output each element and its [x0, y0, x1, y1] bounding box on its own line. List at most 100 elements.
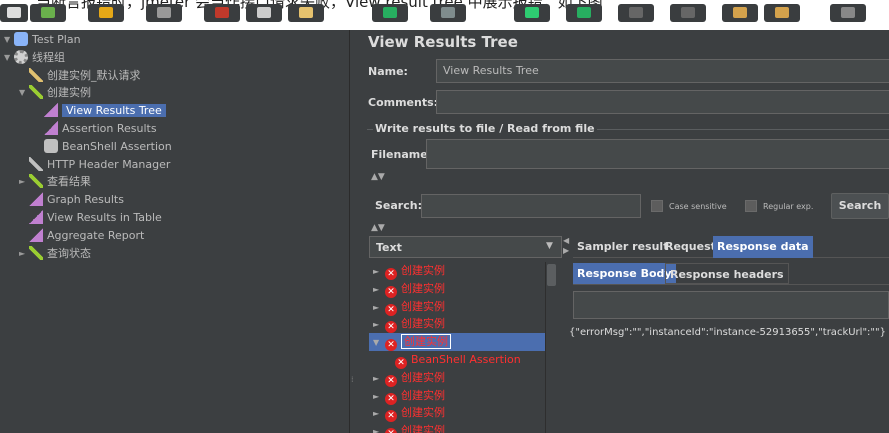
- expand-arrow-icon[interactable]: ►: [373, 281, 385, 299]
- expand-arrow-icon[interactable]: ►: [373, 370, 385, 388]
- result-row[interactable]: ►✕ 创建实例: [369, 422, 545, 433]
- gear-icon: [14, 49, 28, 64]
- paste-button[interactable]: [288, 4, 324, 22]
- result-label: 创建实例: [401, 388, 445, 402]
- filename-field[interactable]: [426, 139, 889, 169]
- result-label: 创建实例: [401, 406, 445, 420]
- templates-button[interactable]: [30, 4, 66, 22]
- splitter-arrows-1[interactable]: ▲▼: [371, 172, 385, 182]
- vertical-splitter-arrows[interactable]: ◀ ▶: [563, 236, 569, 256]
- file-icon: [7, 7, 21, 18]
- test-plan-tree: ▼ Test Plan ▼ 线程组 创建实例_默认请求 ▼ 创建实例 View Results…: [0, 30, 349, 433]
- tree-item[interactable]: 创建实例_默认请求: [19, 67, 141, 85]
- tree-item-label: View Results in Table: [47, 211, 162, 224]
- tree-item-label: Graph Results: [47, 193, 124, 207]
- error-icon: ✕: [385, 392, 397, 405]
- results-list: ► ✕ 创建实例 ► ✕ 创建实例 ► ✕ 创建实例 ► ✕ 创建实例 ▼ ✕ 创建实例 ✕ BeanShell…: [369, 262, 557, 433]
- tree-item[interactable]: HTTP Header Manager: [19, 156, 170, 174]
- case-sensitive-checkbox[interactable]: [651, 200, 663, 212]
- expand-arrow-icon[interactable]: ▼: [4, 31, 14, 49]
- tree-item[interactable]: Aggregate Report: [19, 227, 144, 245]
- comments-field[interactable]: [436, 90, 889, 114]
- tab-response-body[interactable]: Response Body: [573, 263, 676, 284]
- error-icon: ✕: [385, 303, 397, 316]
- cut-button[interactable]: [204, 4, 240, 22]
- search-input[interactable]: [421, 194, 641, 218]
- expand-arrow-icon[interactable]: ▼: [373, 334, 385, 352]
- search-label: Search:: [375, 199, 422, 212]
- plus-icon: [383, 7, 397, 18]
- open-button[interactable]: [88, 4, 124, 22]
- folder-icon: [99, 7, 113, 18]
- controller-icon: [29, 174, 43, 189]
- result-row[interactable]: ►✕ 创建实例: [369, 298, 545, 316]
- tree-item[interactable]: View Results in Table: [19, 209, 162, 227]
- regular-exp-checkbox[interactable]: [745, 200, 757, 212]
- search-toolbar-button[interactable]: [830, 4, 866, 22]
- copy-button[interactable]: [246, 4, 282, 22]
- tree-item[interactable]: Assertion Results: [34, 120, 157, 138]
- tree-item[interactable]: ▼ Test Plan: [4, 31, 81, 49]
- result-label: 创建实例: [401, 317, 445, 331]
- shutdown-icon: [681, 7, 695, 18]
- search-button[interactable]: Search: [831, 193, 889, 219]
- expand-arrow-icon[interactable]: ►: [19, 245, 29, 263]
- response-search-field[interactable]: [573, 291, 889, 319]
- expand-arrow-icon[interactable]: ►: [373, 388, 385, 406]
- result-row[interactable]: ►✕ 创建实例: [369, 387, 545, 405]
- tree-item[interactable]: ▼ 线程组: [4, 49, 65, 67]
- tree-item[interactable]: ► 查询状态: [19, 245, 91, 263]
- controller-icon: [29, 245, 43, 260]
- result-row[interactable]: ►✕ 创建实例: [369, 315, 545, 334]
- new-button[interactable]: [0, 4, 28, 22]
- tree-item[interactable]: ▼ 创建实例: [19, 84, 91, 102]
- scrollbar-thumb[interactable]: [547, 264, 556, 286]
- result-row[interactable]: ✕ BeanShell Assertion: [369, 351, 545, 369]
- tab-response-data[interactable]: Response data: [713, 236, 813, 258]
- start-button[interactable]: [514, 4, 550, 22]
- expand-arrow-icon[interactable]: ►: [373, 423, 385, 433]
- response-body-text: {"errorMsg":"","instanceId":"instance-52…: [569, 327, 886, 338]
- result-row[interactable]: ▼ ✕ 创建实例: [369, 333, 545, 352]
- expand-arrow-icon[interactable]: ▼: [19, 84, 29, 102]
- error-icon: ✕: [395, 357, 407, 369]
- result-row[interactable]: ►✕ 创建实例: [369, 280, 545, 298]
- expand-arrow-icon[interactable]: ►: [373, 263, 385, 281]
- start-no-pause-button[interactable]: [566, 4, 602, 22]
- clear-all-button[interactable]: [764, 4, 800, 22]
- expand-arrow-icon[interactable]: ►: [19, 173, 29, 191]
- filename-label: Filename: [371, 148, 428, 161]
- tab-sampler-result[interactable]: Sampler result: [573, 236, 672, 258]
- expand-arrow-icon[interactable]: ►: [373, 299, 385, 317]
- splitter-arrows-2[interactable]: ▲▼: [371, 223, 385, 233]
- renderer-select[interactable]: Text ▼: [369, 236, 562, 258]
- tree-item[interactable]: ► 查看结果: [19, 173, 91, 191]
- shutdown-button[interactable]: [670, 4, 706, 22]
- result-row[interactable]: ►✕ 创建实例: [369, 262, 545, 280]
- chevron-down-icon: ▼: [546, 241, 553, 251]
- result-label: BeanShell Assertion: [411, 353, 521, 366]
- tree-item[interactable]: View Results Tree: [34, 102, 166, 120]
- clear-button[interactable]: [722, 4, 758, 22]
- expand-button[interactable]: [372, 4, 408, 22]
- tab-response-headers[interactable]: Response headers: [665, 263, 789, 284]
- results-scrollbar[interactable]: [545, 262, 557, 433]
- chart-icon: [44, 121, 58, 135]
- save-button[interactable]: [146, 4, 182, 22]
- split-divider[interactable]: ⁞: [349, 30, 357, 433]
- tree-item[interactable]: BeanShell Assertion: [34, 138, 172, 156]
- result-label: 创建实例: [401, 424, 445, 433]
- expand-arrow-icon[interactable]: ►: [373, 405, 385, 423]
- result-row[interactable]: ►✕ 创建实例: [369, 404, 545, 423]
- tab-request[interactable]: Request: [661, 236, 720, 258]
- expand-arrow-icon[interactable]: ▼: [4, 49, 14, 67]
- stop-button[interactable]: [618, 4, 654, 22]
- expand-arrow-icon[interactable]: ►: [373, 316, 385, 334]
- tree-item[interactable]: Graph Results: [19, 191, 124, 209]
- result-row[interactable]: ►✕ 创建实例: [369, 369, 545, 387]
- result-label: 创建实例: [401, 334, 451, 350]
- collapse-button[interactable]: [430, 4, 466, 22]
- scissors-icon: [215, 7, 229, 18]
- name-field[interactable]: View Results Tree: [436, 59, 889, 83]
- result-label: 创建实例: [401, 370, 445, 384]
